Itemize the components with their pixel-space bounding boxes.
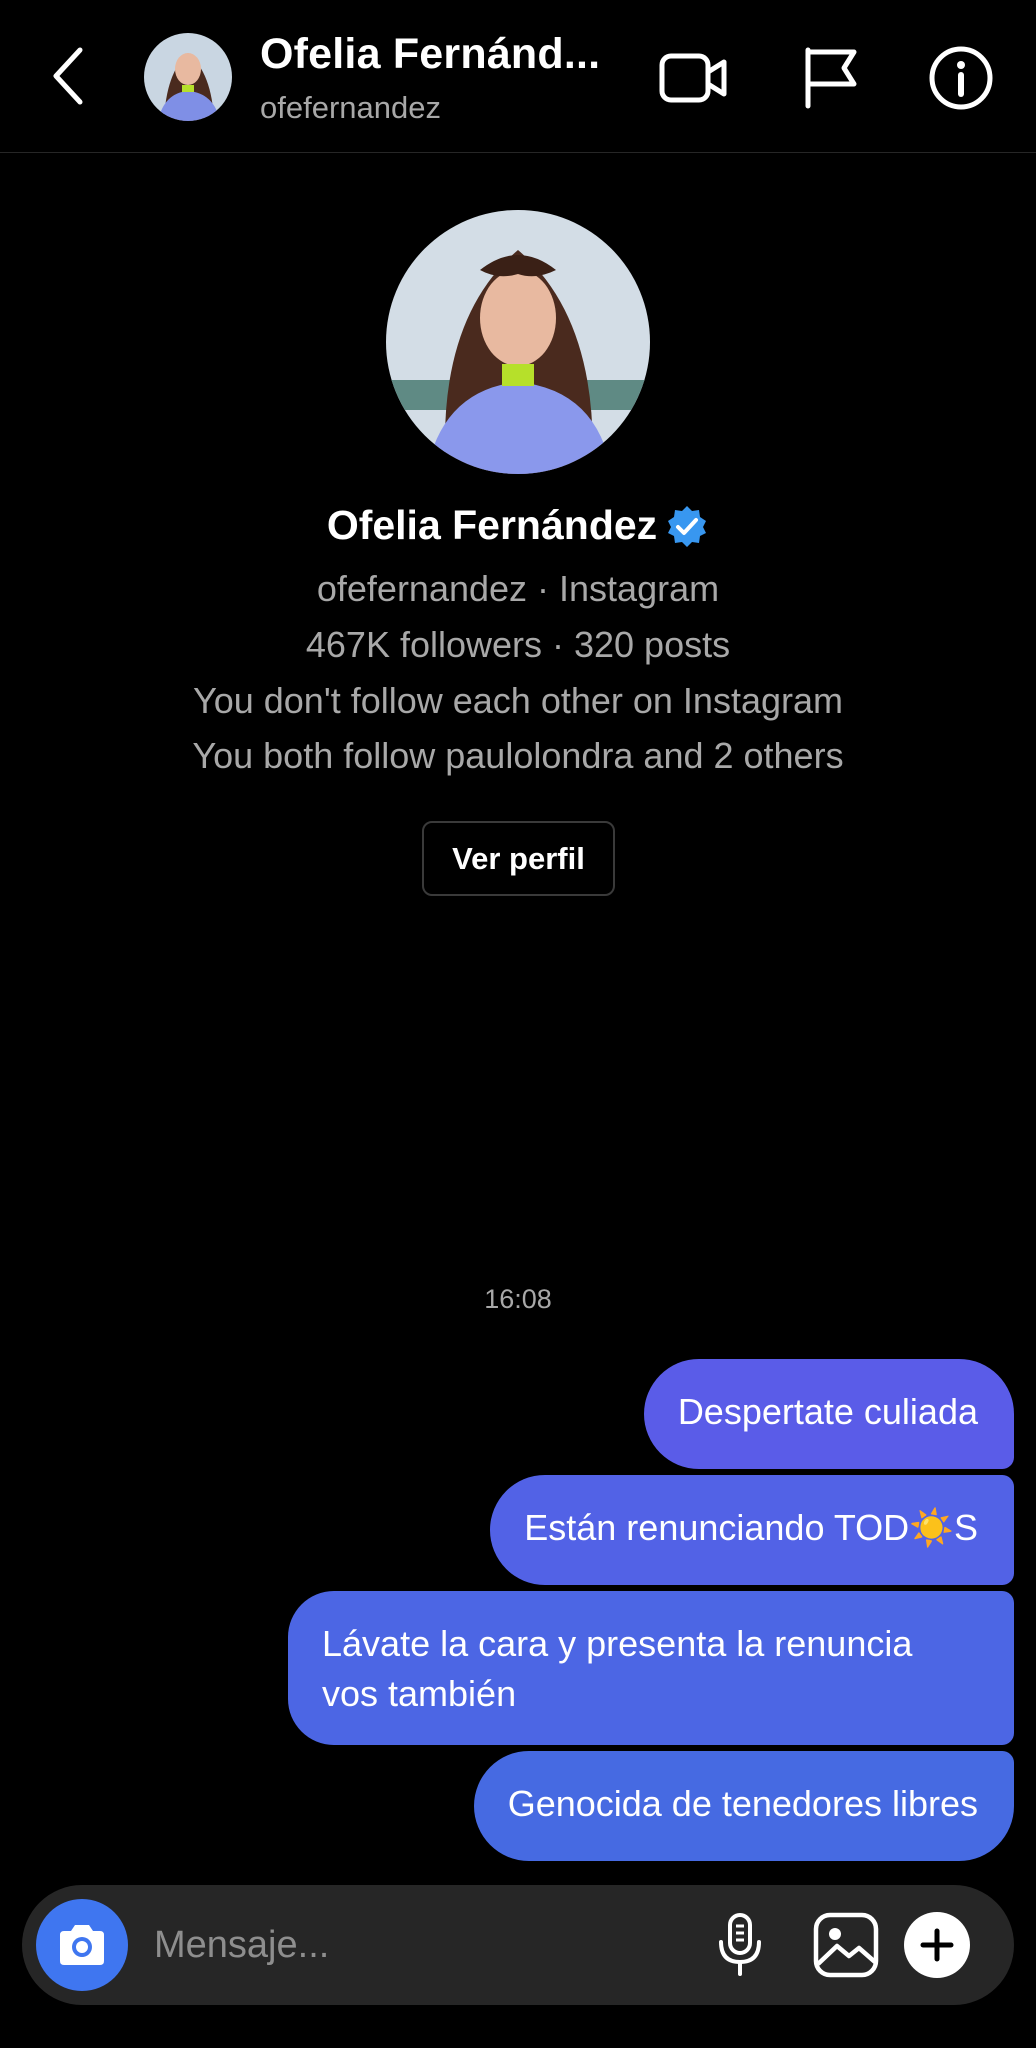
message-bubble[interactable]: Despertate culiada [643,1359,1014,1469]
profile-avatar[interactable] [386,210,650,474]
chevron-left-icon [53,47,83,105]
info-icon [929,46,993,110]
voice-message-button[interactable] [702,1907,778,1983]
header-title[interactable]: Ofelia Fernánd... [260,30,630,79]
message-bubble[interactable]: Lávate la cara y presenta la renuncia vo… [288,1591,1014,1745]
profile-stats-line: 467K followers · 320 posts [305,624,731,665]
video-call-button[interactable] [656,40,732,116]
camera-icon [60,1925,104,1965]
view-profile-button[interactable]: Ver perfil [422,821,615,896]
video-camera-icon [659,53,727,103]
mutual-follow-line: You both follow paulolondra and 2 others [192,735,844,776]
message-bubble[interactable]: Están renunciando TOD☀️S [490,1475,1014,1585]
header-avatar[interactable] [144,33,232,121]
follow-status-line: You don't follow each other on Instagram [193,680,843,721]
header-username: ofefernandez [260,90,441,125]
microphone-icon [719,1913,761,1976]
image-icon [813,1912,879,1978]
profile-name-row: Ofelia Fernández [0,502,1036,549]
chat-header: Ofelia Fernánd... ofefernandez [0,0,1036,153]
verified-badge-icon [668,505,707,547]
back-button[interactable] [40,40,96,112]
report-button[interactable] [792,40,868,116]
message-bubble[interactable]: Genocida de tenedores libres [473,1751,1014,1861]
message-composer [22,1885,1014,2005]
gallery-button[interactable] [808,1907,884,1983]
profile-name: Ofelia Fernández [326,502,658,548]
info-button[interactable] [923,40,999,116]
plus-icon [904,1912,970,1978]
more-options-button[interactable] [899,1907,975,1983]
camera-button[interactable] [36,1899,128,1991]
message-input[interactable] [154,1915,654,1975]
profile-handle-line: ofefernandez · Instagram [316,568,720,609]
message-timestamp: 16:08 [484,1284,552,1314]
flag-icon [805,47,857,109]
